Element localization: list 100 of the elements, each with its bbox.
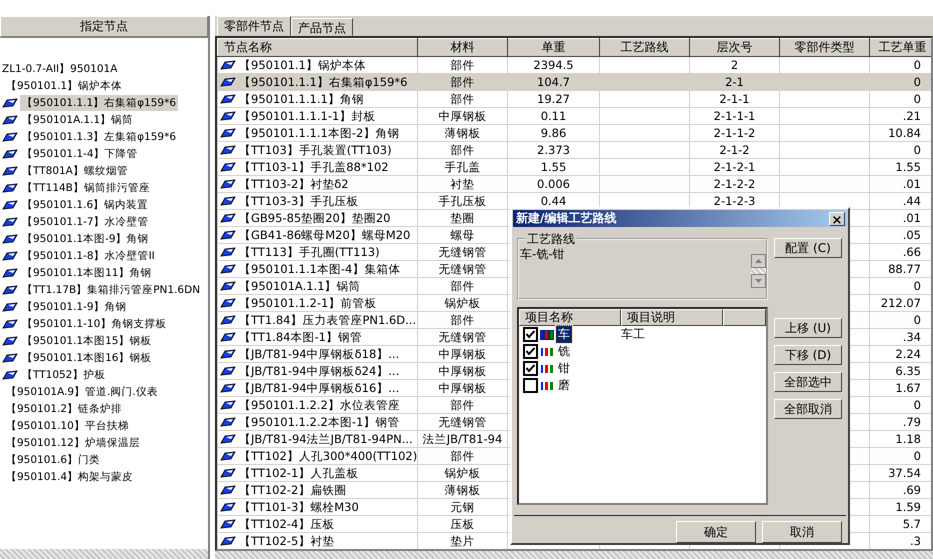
part-icon <box>220 60 236 70</box>
tree-item[interactable]: 【950101.1-9】角钢 <box>20 298 129 314</box>
dialog-button[interactable]: 全部取消 <box>774 399 842 419</box>
tree-item[interactable]: ZL1-0.7-AII】950101A <box>0 60 120 76</box>
table-cell: 【TT101-3】螺栓M30 <box>239 500 359 514</box>
table-row[interactable]: 【TT103】手孔装置(TT103) 部件 2.373 2-1-2 0 <box>218 142 931 158</box>
scroll-track[interactable] <box>751 268 766 274</box>
scrollbar[interactable] <box>0 549 208 559</box>
part-icon <box>220 434 236 444</box>
tree-item[interactable]: 【950101.1】锅炉本体 <box>4 78 124 94</box>
table-cell: 1.18 <box>895 432 921 446</box>
tree-item[interactable]: 【950101A.1.1】锅筒 <box>20 112 136 128</box>
column-header[interactable]: 单重 <box>508 38 600 56</box>
table-cell: 垫圈 <box>450 210 474 224</box>
part-icon <box>220 417 236 427</box>
table-row[interactable]: 【950101.1.1.1】角钢 部件 19.27 2-1-1 0 <box>218 90 931 108</box>
part-icon <box>220 128 236 138</box>
column-header[interactable]: 层次号 <box>690 38 780 56</box>
sequence-icon <box>540 364 554 374</box>
list-item[interactable]: 钳 <box>556 360 572 377</box>
table-cell: .69 <box>902 483 921 497</box>
column-header[interactable]: 项目名称 <box>519 309 621 326</box>
table-cell: 【JB/T81-94中厚钢板δ24】... <box>239 364 400 378</box>
table-row[interactable]: 【950101.1.1.1本图-2】角钢 薄钢板 9.86 2-1-1-2 10.84 <box>218 124 931 142</box>
column-header[interactable]: 材料 <box>418 38 508 56</box>
checkbox[interactable] <box>523 361 538 376</box>
table-cell: 0 <box>914 398 921 412</box>
tree-item[interactable]: 【TT114B】锅筒排污管座 <box>20 180 152 196</box>
table-cell: 中厚钢板 <box>438 380 486 394</box>
checkbox[interactable] <box>523 344 538 359</box>
part-icon <box>220 468 236 478</box>
tree-item[interactable]: 【TT801A】螺纹烟管 <box>20 162 130 178</box>
table-cell: 0 <box>914 143 921 157</box>
table-cell: 104.7 <box>537 75 570 89</box>
table-cell: 部件 <box>450 74 474 88</box>
tree-item[interactable]: 【950101.1-7】水冷壁管 <box>20 214 151 230</box>
tree-item[interactable]: 【950101.10】平台扶梯 <box>4 418 131 434</box>
column-header[interactable]: 工艺路线 <box>600 38 690 56</box>
tree-item[interactable]: 【950101.1本图16】钢板 <box>20 350 154 366</box>
table-cell: 【950101.1.2.2】水位表管座 <box>239 398 400 412</box>
table-row[interactable]: 【950101.1.1.1-1】封板 中厚钢板 0.11 2-1-1-1 .21 <box>218 108 931 124</box>
tree-item[interactable]: 【950101.1-8】水冷壁管II <box>20 248 157 264</box>
table-row[interactable]: 【950101.1.1】右集箱φ159*6 部件 104.7 2-1 0 <box>218 74 931 90</box>
table-cell: 【TT102-2】扁铁圈 <box>239 482 346 498</box>
tree-item[interactable]: 【950101.1.6】锅内装置 <box>20 196 150 212</box>
tree-item[interactable]: 【950101.6】门类 <box>4 452 102 468</box>
tree-item[interactable]: 【950101A.9】管道.阀门.仪表 <box>4 384 160 400</box>
part-icon <box>220 281 236 291</box>
tree-item[interactable]: 【950101.1本图11】角钢 <box>20 264 154 280</box>
sequence-icon <box>540 346 554 356</box>
tree-item[interactable]: 【950101.12】炉墙保温层 <box>4 434 142 450</box>
table-cell: .34 <box>902 330 921 344</box>
tree-item[interactable]: 【950101.1本图-9】角钢 <box>20 230 151 246</box>
scroll-up-icon[interactable] <box>751 254 766 268</box>
dialog-button[interactable]: 取消 <box>762 521 842 543</box>
scroll-down-icon[interactable] <box>751 274 766 288</box>
tree-item[interactable]: 【950101.1.3】左集箱φ159*6 <box>20 128 178 144</box>
table-cell: 【JB/T81-94法兰JB/T81-94PN... <box>239 432 413 446</box>
table-cell: 薄钢板 <box>444 482 480 496</box>
item-description: 车工 <box>621 326 645 343</box>
tree-item[interactable]: 【950101.1-10】角钢支撑板 <box>20 316 168 332</box>
dialog-button[interactable]: 下移 (D) <box>774 345 842 365</box>
table-cell: 0 <box>914 58 921 72</box>
tree-item[interactable]: 【950101.1.1】右集箱φ159*6 <box>20 94 178 110</box>
tree-item[interactable]: 【950101.1本图15】钢板 <box>20 332 154 348</box>
table-row[interactable]: 【TT103-1】手孔盖88*102 手孔盖 1.55 2-1-2-1 1.55 <box>218 158 931 176</box>
list-item[interactable]: 车 <box>556 326 572 343</box>
dialog-button[interactable]: 上移 (U) <box>774 318 842 338</box>
scrollbar[interactable] <box>215 551 933 559</box>
tree-item[interactable]: 【950101.2】链条炉排 <box>4 400 124 416</box>
table-cell: 部件 <box>450 312 474 326</box>
column-header[interactable]: 工艺单重 <box>870 38 931 56</box>
part-icon <box>220 230 236 240</box>
tab[interactable]: 产品节点 <box>291 18 353 36</box>
dialog-button[interactable]: 确定 <box>676 521 756 543</box>
part-icon <box>220 400 236 410</box>
tree-item[interactable]: 【950101.1-4】下降管 <box>20 146 140 162</box>
table-cell: 9.86 <box>540 126 566 140</box>
tree-item[interactable]: 【950101.4】构架与蒙皮 <box>4 468 136 484</box>
column-header[interactable]: 零部件类型 <box>780 38 870 56</box>
list-item[interactable]: 磨 <box>556 377 572 394</box>
column-header[interactable] <box>723 309 766 326</box>
column-header[interactable]: 项目说明 <box>621 309 723 326</box>
table-cell: 法兰JB/T81-94 <box>422 432 502 446</box>
table-cell: 【TT103-3】手孔压板 <box>239 194 358 208</box>
list-item[interactable]: 铣 <box>556 343 572 360</box>
table-cell: .3 <box>910 534 921 548</box>
dialog-button[interactable]: 全部选中 <box>774 372 842 392</box>
close-button[interactable]: × <box>829 212 845 226</box>
tab[interactable]: 零部件节点 <box>217 16 291 36</box>
tree-item[interactable]: 【TT1052】护板 <box>20 366 108 382</box>
table-cell: 2-1-2 <box>719 143 750 157</box>
column-header[interactable]: 节点名称 <box>218 38 418 56</box>
dialog-button[interactable]: 配置 (C) <box>774 238 842 258</box>
tree-item[interactable]: 【TT1.17B】集箱排污管座PN1.6DN <box>20 282 202 298</box>
table-cell: 2-1-2-3 <box>714 194 756 208</box>
checkbox[interactable] <box>523 378 538 393</box>
table-row[interactable]: 【TT103-2】衬垫δ2 衬垫 0.006 2-1-2-2 .01 <box>218 176 931 192</box>
checkbox[interactable] <box>523 327 538 342</box>
part-icon <box>220 179 236 189</box>
